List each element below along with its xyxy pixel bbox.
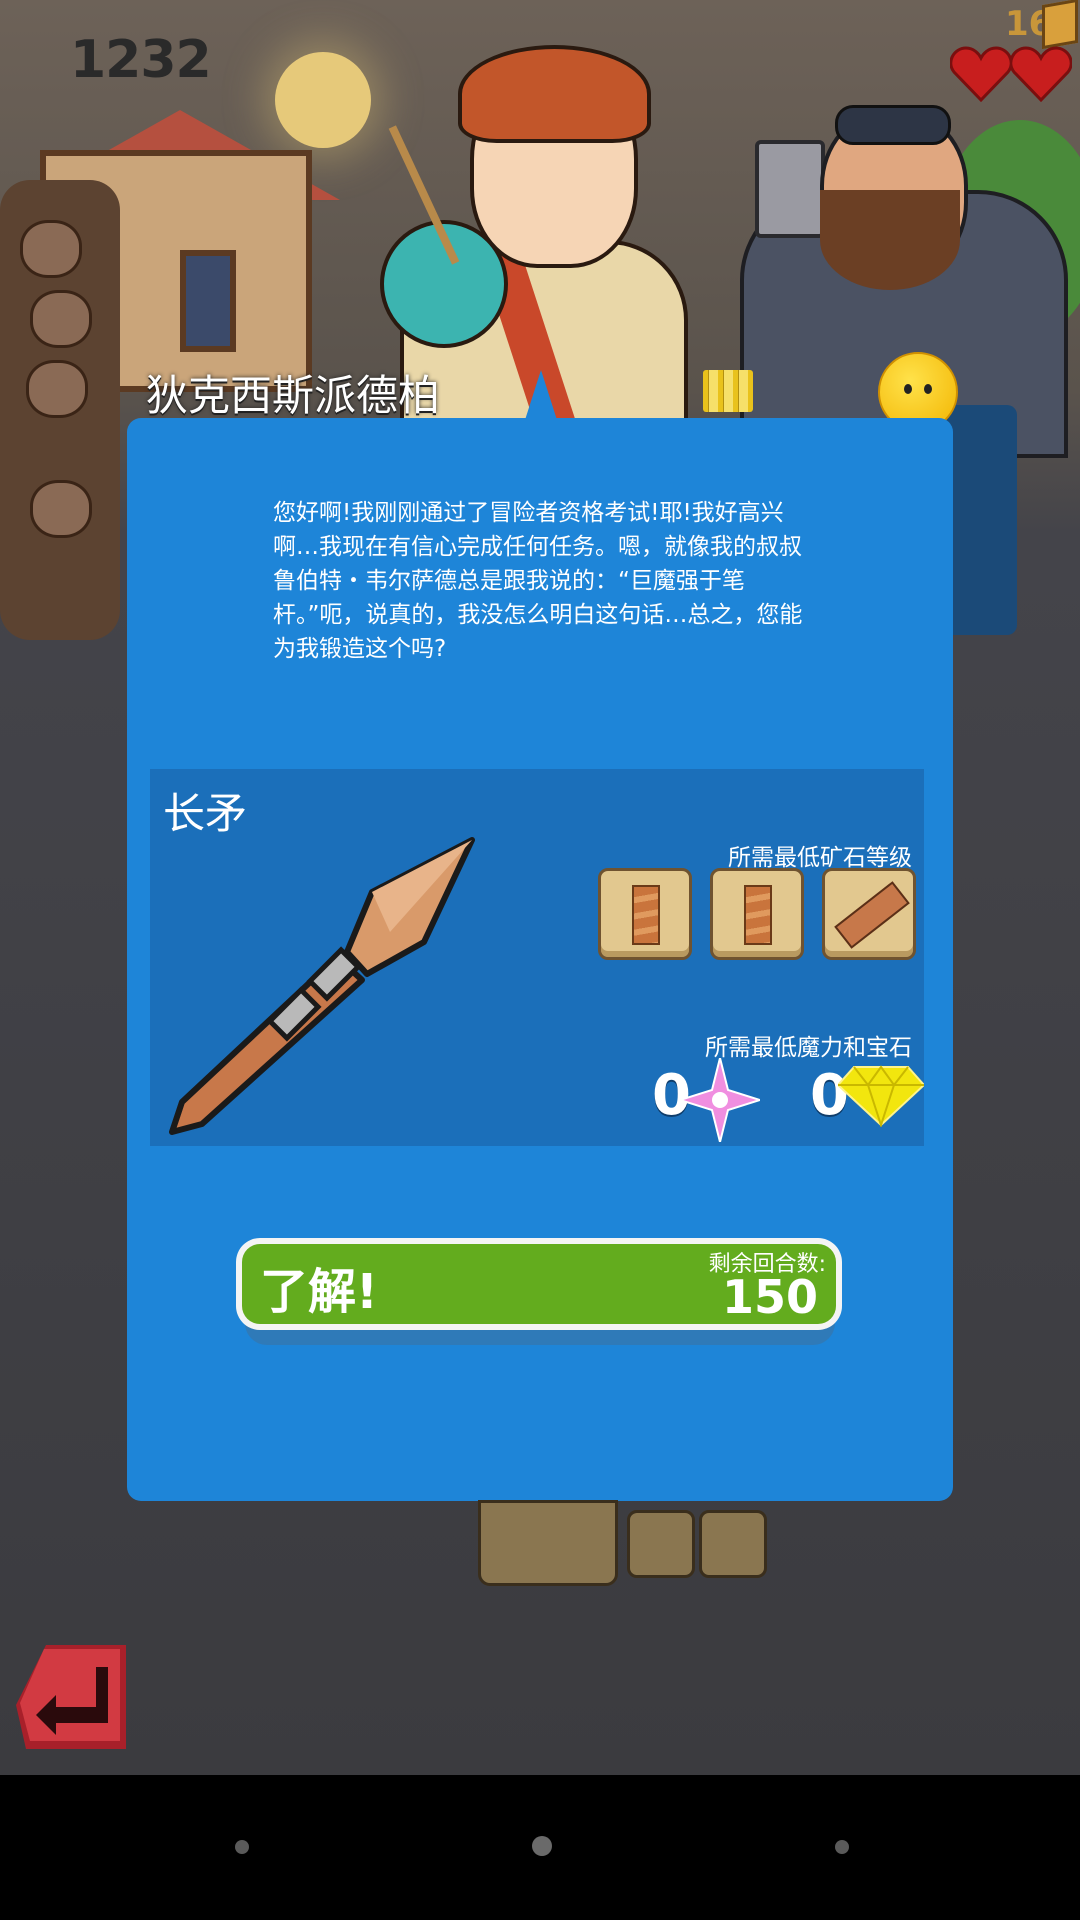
forge-slot — [627, 1510, 695, 1578]
heart-icon — [949, 46, 1013, 103]
nav-home-button[interactable] — [532, 1836, 552, 1856]
ok-label: 了解! — [260, 1264, 378, 1320]
return-arrow-icon[interactable] — [16, 1645, 126, 1749]
dialog-pointer — [525, 370, 557, 420]
blacksmith-hammer — [755, 140, 825, 238]
dialog-message: 您好啊!我刚刚通过了冒险者资格考试!耶!我好高兴啊…我现在有信心完成任何任务。嗯… — [273, 500, 803, 662]
ore-slot — [710, 868, 804, 960]
nav-back-button[interactable] — [235, 1840, 249, 1854]
rock — [30, 480, 92, 538]
rock — [30, 290, 92, 348]
diamond-gem-icon — [838, 1065, 924, 1127]
rounds-value: 150 — [721, 1270, 818, 1324]
magic-requirement-label: 所需最低魔力和宝石 — [705, 1035, 912, 1061]
spear-icon — [169, 837, 475, 1135]
rock — [20, 220, 82, 278]
rock — [26, 360, 88, 418]
forge-slot-large — [478, 1500, 618, 1586]
ore-requirement-label: 所需最低矿石等级 — [728, 845, 912, 871]
ore-slot — [822, 868, 916, 960]
coin-icon — [1042, 0, 1078, 50]
pause-icon[interactable] — [703, 370, 753, 412]
house-window — [180, 250, 236, 352]
rock-conveyor — [0, 180, 120, 640]
ok-button[interactable]: 了解! 剩余回合数: 150 — [236, 1238, 842, 1330]
blacksmith-beard — [820, 190, 960, 290]
magic-star-icon — [680, 1058, 760, 1142]
score-counter: 1232 — [70, 30, 212, 90]
adventurer-hair — [458, 45, 651, 143]
blacksmith-goggles — [835, 105, 951, 145]
heart-icon — [1009, 46, 1073, 103]
character-name: 狄克西斯派德柏 — [146, 371, 441, 420]
nav-recents-button[interactable] — [835, 1840, 849, 1854]
ore-slot — [598, 868, 692, 960]
forge-slot — [699, 1510, 767, 1578]
